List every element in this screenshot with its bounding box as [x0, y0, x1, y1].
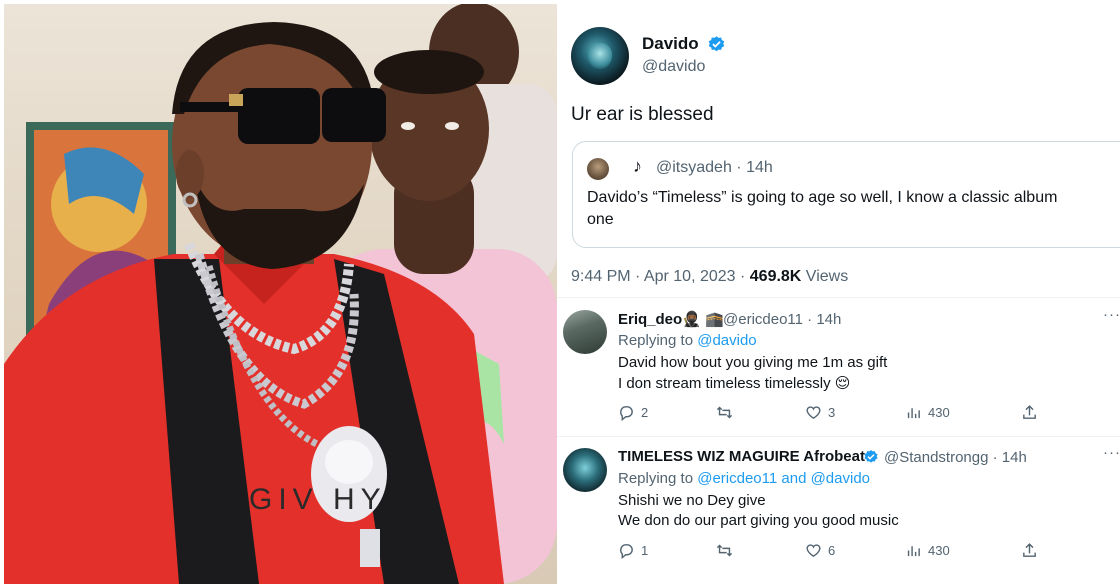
reply-tweet[interactable]: Eriq_deo🥷🏾 🕋 @ericdeo11 · 14h ··· Replyi… [557, 306, 1120, 440]
reply-button[interactable]: 1 [618, 542, 648, 559]
reply-tweet[interactable]: TIMELESS WIZ MAGUIRE Afrobeat @Standstro… [557, 444, 1120, 578]
reply-text-line: David how bout you giving me 1m as gift [618, 354, 888, 371]
like-icon [806, 544, 821, 558]
shirt-lettering: GIV HY [249, 483, 387, 516]
quoted-tweet[interactable]: ♪ @itsyadeh · 14h Davido’s “Timeless” is… [572, 141, 1120, 248]
author-handle[interactable]: @davido [642, 58, 705, 76]
views-label: Views [801, 268, 849, 285]
reply-text-line: We don do our part giving you good music [618, 512, 899, 529]
views-icon [907, 408, 920, 419]
reply-handle-time[interactable]: @Standstrongg · 14h [884, 449, 1027, 466]
reply-avatar[interactable] [563, 310, 607, 354]
replying-to-link[interactable]: @davido [697, 332, 756, 349]
tweet-text: Ur ear is blessed [571, 104, 714, 125]
reply-icon [620, 406, 633, 421]
retweet-icon [716, 406, 733, 419]
verified-badge-icon [708, 36, 725, 52]
reply-actions: 2 3 430 [618, 404, 1058, 424]
quoted-text-line: Davido’s “Timeless” is going to age so w… [587, 189, 1058, 206]
like-count: 6 [828, 543, 836, 558]
quoted-handle[interactable]: @itsyadeh [656, 159, 732, 176]
view-count: 430 [928, 543, 950, 558]
retweet-icon [716, 544, 733, 557]
reply-icon [620, 544, 633, 559]
views-icon [907, 546, 920, 557]
reply-count: 2 [641, 405, 649, 420]
like-count: 3 [828, 405, 836, 420]
quoted-meta: @itsyadeh · 14h [656, 159, 773, 177]
more-icon[interactable]: ··· [1103, 444, 1120, 461]
reply-text-line: Shishi we no Dey give [618, 492, 766, 509]
reply-avatar[interactable] [563, 448, 607, 492]
replying-to: Replying to @ericdeo11 and @davido [618, 470, 871, 487]
tweet-panel: Davido @davido Ur ear is blessed ♪ @itsy… [557, 0, 1120, 588]
reply-handle-time[interactable]: @ericdeo11 · 14h [723, 311, 841, 328]
verified-badge-icon [864, 450, 878, 463]
author-avatar[interactable] [571, 27, 629, 85]
reply-author-name[interactable]: Eriq_deo🥷🏾 🕋 [618, 310, 724, 328]
view-count: 430 [928, 405, 950, 420]
tweet-timestamp: 9:44 PM · Apr 10, 2023 · 469.8K Views [571, 268, 848, 286]
reply-actions: 1 6 430 [618, 542, 1058, 562]
tiktok-icon: ♪ [633, 156, 642, 176]
photo-illustration: GIV HY [4, 4, 557, 584]
like-icon [806, 406, 821, 420]
replying-to-link[interactable]: @ericdeo11 and @davido [697, 470, 870, 487]
author-name[interactable]: Davido [642, 34, 699, 54]
divider [557, 436, 1120, 437]
like-button[interactable]: 3 [805, 404, 835, 421]
quoted-text-line: one [587, 211, 614, 228]
share-button[interactable] [1021, 542, 1038, 559]
sunglasses [238, 88, 320, 144]
reply-author-name[interactable]: TIMELESS WIZ MAGUIRE Afrobeat [618, 448, 865, 465]
views-count: 469.8K [749, 268, 802, 285]
quoted-text: Davido’s “Timeless” is going to age so w… [587, 187, 1120, 231]
share-button[interactable] [1021, 404, 1038, 421]
retweet-button[interactable] [716, 542, 739, 559]
share-icon [1023, 543, 1036, 557]
divider [557, 297, 1120, 298]
views-button[interactable]: 430 [905, 542, 950, 559]
like-button[interactable]: 6 [805, 542, 835, 559]
share-icon [1023, 405, 1036, 419]
reply-count: 1 [641, 543, 649, 558]
replying-to: Replying to @davido [618, 332, 757, 349]
quoted-avatar[interactable] [587, 158, 609, 180]
reply-button[interactable]: 2 [618, 404, 648, 421]
retweet-button[interactable] [716, 404, 739, 421]
quoted-time: 14h [746, 159, 773, 176]
quoted-separator: · [736, 159, 742, 176]
name-emoji: 🥷🏾 🕋 [682, 311, 724, 328]
reply-text-line: I don stream timeless timelessly 😌 [618, 375, 851, 392]
views-button[interactable]: 430 [905, 404, 950, 421]
tweet-time[interactable]: 9:44 PM · Apr 10, 2023 · [571, 268, 750, 285]
davido-photo: GIV HY [4, 4, 557, 584]
more-icon[interactable]: ··· [1103, 306, 1120, 323]
